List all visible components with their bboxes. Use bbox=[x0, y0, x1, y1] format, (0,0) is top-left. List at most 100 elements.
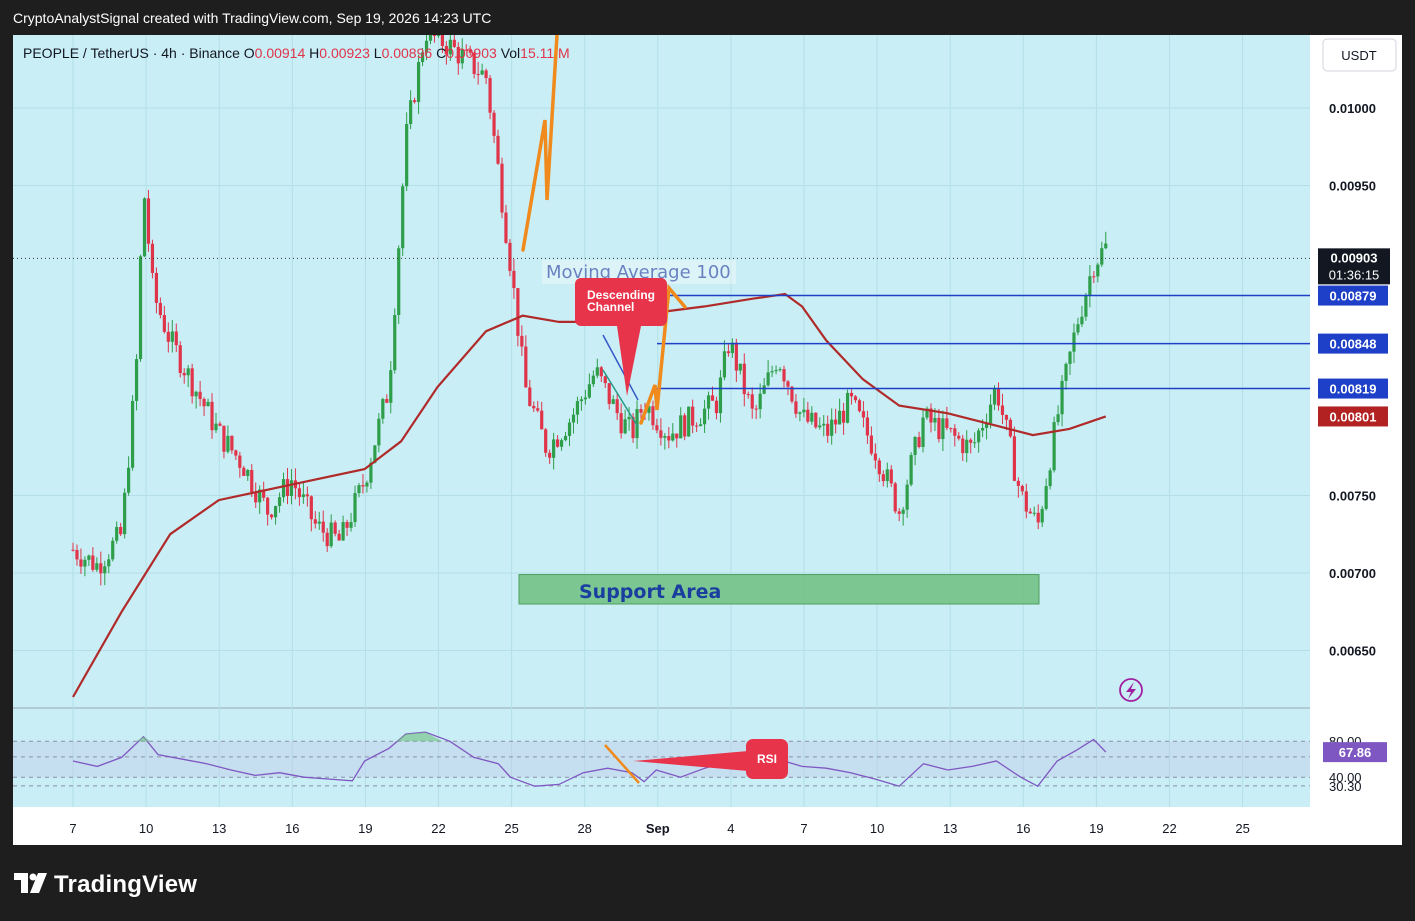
candle-bull bbox=[480, 70, 484, 75]
candle-bull bbox=[273, 506, 278, 518]
candle-bull bbox=[289, 480, 294, 496]
candle-bear bbox=[158, 302, 162, 316]
candle-bear bbox=[615, 399, 619, 414]
candle-bear bbox=[599, 367, 603, 377]
candle-bear bbox=[961, 438, 965, 454]
candle-bear bbox=[488, 78, 492, 113]
candle-bull bbox=[992, 388, 997, 405]
candle-bull bbox=[1052, 422, 1056, 471]
candle-bull bbox=[591, 375, 595, 385]
legend-close-label: C bbox=[436, 45, 446, 61]
candle-bear bbox=[849, 392, 854, 397]
candle-bear bbox=[162, 315, 166, 332]
candle-bear bbox=[178, 345, 182, 374]
candle-bull bbox=[1044, 486, 1048, 509]
candle-bull bbox=[559, 440, 564, 447]
candle-bull bbox=[623, 419, 627, 434]
time-tick-label: 13 bbox=[212, 821, 226, 836]
candle-bull bbox=[1088, 276, 1092, 296]
candle-bull bbox=[389, 370, 393, 403]
price-level-tag-label: 0.00879 bbox=[1330, 289, 1377, 304]
candle-bear bbox=[691, 406, 695, 426]
candle-bear bbox=[524, 346, 528, 388]
candle-bull bbox=[416, 62, 421, 103]
candle-bull bbox=[718, 377, 723, 414]
candle-bull bbox=[401, 186, 405, 249]
candle-bull bbox=[95, 563, 99, 570]
price-tick-label: 0.00650 bbox=[1329, 644, 1376, 659]
candle-bull bbox=[1096, 264, 1100, 277]
candle-bear bbox=[361, 485, 365, 487]
candle-bull bbox=[575, 401, 580, 415]
candle-bear bbox=[174, 331, 178, 346]
candle-bull bbox=[702, 408, 707, 425]
candle-bull bbox=[1072, 332, 1076, 352]
tradingview-brand[interactable]: TradingView bbox=[54, 871, 197, 899]
candle-bear bbox=[516, 288, 520, 336]
candle-bull bbox=[214, 423, 218, 431]
candle-bull bbox=[766, 372, 770, 386]
candle-bear bbox=[202, 398, 206, 407]
candle-bear bbox=[432, 35, 437, 36]
price-tick-label: 0.00750 bbox=[1329, 489, 1376, 504]
candle-bull bbox=[762, 385, 766, 394]
candle-bear bbox=[806, 409, 810, 422]
price-tick-label: 0.00950 bbox=[1329, 179, 1376, 194]
candle-bear bbox=[945, 418, 949, 428]
candle-bear bbox=[857, 400, 862, 412]
time-tick-label: Sep bbox=[646, 821, 670, 836]
candle-bear bbox=[154, 272, 159, 303]
candle-bull bbox=[87, 555, 91, 560]
candle-bull bbox=[913, 437, 917, 455]
candle-bear bbox=[500, 163, 504, 213]
candle-bear bbox=[841, 410, 846, 423]
legend-low-value: 0.00896 bbox=[382, 45, 437, 61]
candle-bear bbox=[333, 522, 337, 534]
candle-bear bbox=[869, 435, 873, 454]
candle-bear bbox=[667, 436, 671, 441]
candle-bull bbox=[341, 522, 345, 541]
candle-bull bbox=[1032, 512, 1036, 514]
candle-bear bbox=[695, 425, 699, 427]
candle-bull bbox=[186, 368, 190, 376]
candle-bear bbox=[861, 411, 866, 418]
candle-bull bbox=[965, 439, 969, 454]
candle-bear bbox=[651, 406, 655, 426]
rsi-current-label: 67.86 bbox=[1339, 745, 1372, 760]
candle-bear bbox=[865, 417, 870, 436]
candle-bull bbox=[436, 35, 441, 36]
chart-credit: CryptoAnalystSignal created with Trading… bbox=[13, 10, 492, 26]
currency-button-label[interactable]: USDT bbox=[1341, 48, 1376, 63]
candle-bear bbox=[496, 135, 500, 164]
candle-bear bbox=[949, 427, 953, 429]
candle-bull bbox=[571, 414, 576, 423]
candle-bear bbox=[297, 488, 302, 498]
candle-bear bbox=[313, 519, 317, 524]
candle-bear bbox=[1028, 511, 1032, 514]
candle-bear bbox=[639, 409, 643, 413]
candle-bear bbox=[182, 373, 186, 376]
rsi-callout-label: RSI bbox=[757, 752, 777, 766]
candle-bull bbox=[357, 485, 361, 494]
candle-bull bbox=[194, 391, 198, 397]
price-level-tag-label: 0.00819 bbox=[1330, 382, 1377, 397]
time-tick-label: 19 bbox=[358, 821, 372, 836]
legend-symbol: PEOPLE / TetherUS · 4h · Binance bbox=[23, 45, 244, 61]
candle-bear bbox=[969, 439, 973, 443]
candle-bear bbox=[996, 388, 1001, 406]
candle-bear bbox=[659, 430, 663, 438]
candle-bull bbox=[134, 359, 139, 401]
candle-bear bbox=[540, 410, 544, 430]
candle-bear bbox=[714, 400, 719, 414]
candle-bull bbox=[901, 509, 905, 514]
candle-bull bbox=[941, 418, 945, 440]
price-chart[interactable]: Support AreaMoving Average 100Descending… bbox=[13, 35, 1402, 845]
candle-bear bbox=[198, 391, 202, 399]
descending-channel-label-line2: Channel bbox=[587, 300, 634, 314]
candle-bear bbox=[222, 425, 226, 452]
candle-bull bbox=[774, 369, 778, 372]
price-level-tag-label: 0.00801 bbox=[1330, 409, 1377, 424]
candle-bear bbox=[532, 405, 536, 409]
candle-bull bbox=[1084, 295, 1088, 317]
candle-bear bbox=[210, 401, 214, 431]
